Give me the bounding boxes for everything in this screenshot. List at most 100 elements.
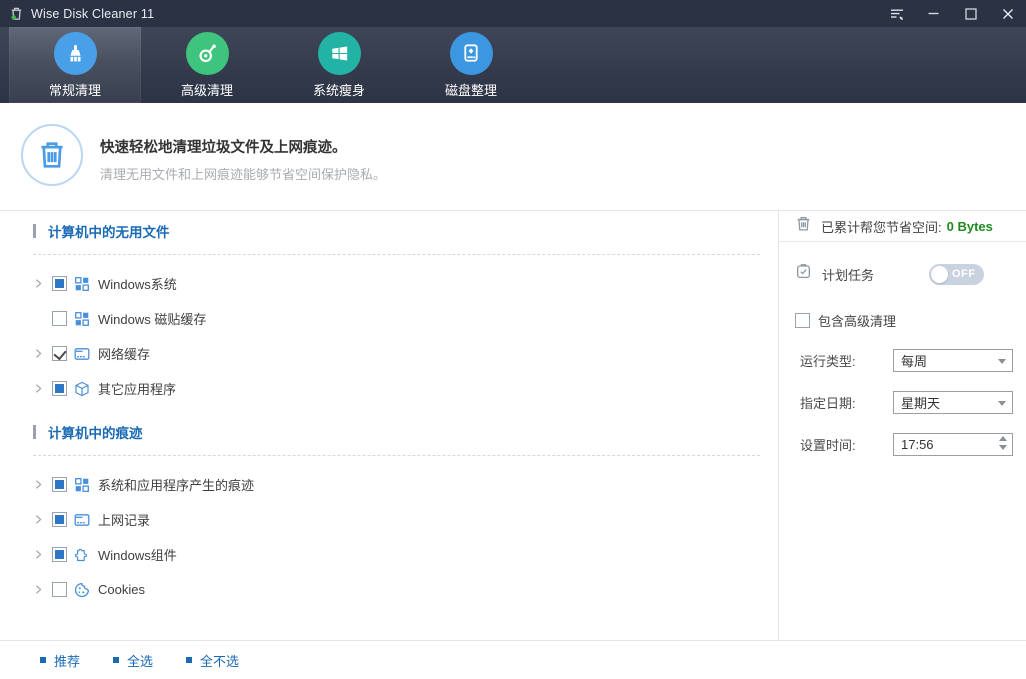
trash-icon [795, 215, 812, 237]
schedule-form: 运行类型: 每周指定日期: 星期天 设置时间: 17:56 [779, 349, 1026, 456]
chevron-right-icon[interactable] [33, 478, 46, 491]
tree-row[interactable]: 系统和应用程序产生的痕迹 [0, 467, 778, 502]
form-row-run-type: 运行类型: 每周 [779, 349, 1026, 372]
savings-row: 已累计帮您节省空间: 0 Bytes [779, 211, 1026, 242]
tree-row[interactable]: Cookies [0, 572, 778, 607]
page-title: 快速轻松地清理垃圾文件及上网痕迹。 [100, 140, 347, 156]
tiles-icon [74, 477, 90, 493]
tree-row[interactable]: Windows组件 [0, 537, 778, 572]
tab-label: 系统瘦身 [312, 82, 365, 98]
disk-icon [449, 31, 493, 75]
square-bullet-icon [186, 657, 193, 663]
window-title: Wise Disk Cleaner 11 [31, 6, 155, 21]
square-bullet-icon [113, 657, 120, 663]
run-type-dropdown[interactable]: 每周 [893, 349, 1013, 372]
time-value: 17:56 [901, 437, 934, 452]
item-checkbox[interactable] [52, 381, 67, 396]
tab-common-clean[interactable]: 常规清理 [9, 27, 141, 103]
chevron-down-icon [998, 401, 1006, 406]
chevron-down-icon [998, 359, 1006, 364]
puzzle-icon [74, 547, 90, 563]
toggle-state-label: OFF [952, 268, 976, 280]
footer-link-recommended[interactable]: 推荐 [40, 651, 80, 670]
browser-icon [74, 346, 90, 362]
selected-value: 星期天 [901, 396, 941, 411]
toggle-knob [931, 265, 948, 283]
item-label: Windows 磁贴缓存 [98, 312, 207, 327]
savings-value: 0 Bytes [946, 218, 993, 234]
run-day-dropdown[interactable]: 星期天 [893, 391, 1013, 414]
item-checkbox[interactable] [52, 512, 67, 527]
header: 快速轻松地清理垃圾文件及上网痕迹。 清理无用文件和上网痕迹能够节省空间保护隐私。… [0, 103, 1026, 279]
close-icon[interactable] [989, 0, 1026, 27]
spinner-arrows[interactable] [999, 436, 1007, 450]
form-row-run-time: 设置时间: 17:56 [779, 433, 1026, 456]
item-checkbox[interactable] [52, 276, 67, 291]
tab-label: 高级清理 [180, 82, 233, 98]
cleanup-tree: 计算机中的无用文件 Windows系统 Windows 磁贴缓存 网络缓存其它应用程序… [0, 211, 778, 640]
tab-label: 磁盘整理 [444, 82, 497, 98]
savings-label: 已累计帮您节省空间: [821, 219, 942, 235]
section-bar [33, 224, 36, 238]
nav-tabs: 常规清理 高级清理 系统瘦身 磁盘整理 [0, 27, 1026, 103]
schedule-toggle[interactable]: OFF [929, 263, 984, 285]
section-header: 计算机中的无用文件 [33, 221, 778, 241]
windows-icon [317, 31, 361, 75]
navbar: 常规清理 高级清理 系统瘦身 磁盘整理 [0, 27, 1026, 103]
footer-link-select-none[interactable]: 全不选 [186, 651, 239, 670]
menu-icon[interactable] [878, 0, 915, 27]
selected-value: 每周 [901, 354, 928, 369]
run-time-spinner[interactable]: 17:56 [893, 433, 1013, 456]
maximize-icon[interactable] [952, 0, 989, 27]
schedule-row: 计划任务 OFF [779, 260, 1026, 288]
item-label: 其它应用程序 [98, 382, 177, 397]
tab-advanced-clean[interactable]: 高级清理 [141, 27, 273, 103]
item-label: Windows组件 [98, 548, 177, 563]
vacuum-icon [185, 31, 229, 75]
include-advanced-checkbox[interactable] [795, 313, 810, 328]
clipboard-check-icon [795, 263, 812, 285]
tree-row[interactable]: Windows系统 [0, 266, 778, 301]
field-label: 运行类型: [800, 354, 856, 369]
item-checkbox[interactable] [52, 477, 67, 492]
tree-row[interactable]: Windows 磁贴缓存 [0, 301, 778, 336]
chevron-right-icon[interactable] [33, 548, 46, 561]
broom-icon [53, 31, 97, 75]
section-title: 计算机中的痕迹 [48, 426, 143, 441]
cube-icon [74, 381, 90, 397]
item-label: 网络缓存 [98, 347, 151, 362]
footer-link-select-all[interactable]: 全选 [113, 651, 153, 670]
tab-system-slim[interactable]: 系统瘦身 [273, 27, 405, 103]
chevron-right-icon[interactable] [33, 277, 46, 290]
dashed-divider [33, 455, 760, 456]
tree-row[interactable]: 其它应用程序 [0, 371, 778, 406]
minimize-icon[interactable] [915, 0, 952, 27]
item-checkbox[interactable] [52, 582, 67, 597]
tab-disk-defrag[interactable]: 磁盘整理 [405, 27, 537, 103]
tree-row[interactable]: 上网记录 [0, 502, 778, 537]
tree-row[interactable]: 网络缓存 [0, 336, 778, 371]
chevron-right-icon[interactable] [33, 347, 46, 360]
chevron-right-icon[interactable] [33, 513, 46, 526]
chevron-right-icon[interactable] [33, 583, 46, 596]
main-content: 计算机中的无用文件 Windows系统 Windows 磁贴缓存 网络缓存其它应用程序… [0, 211, 1026, 640]
item-label: 系统和应用程序产生的痕迹 [98, 478, 255, 493]
item-checkbox[interactable] [52, 346, 67, 361]
tab-label: 常规清理 [48, 82, 101, 98]
footer-link-label: 全选 [127, 653, 154, 669]
include-advanced-row: 包含高级清理 [779, 311, 1026, 330]
item-checkbox[interactable] [52, 547, 67, 562]
square-bullet-icon [40, 657, 46, 663]
tiles-icon [74, 311, 90, 327]
item-label: Windows系统 [98, 277, 177, 292]
footer-link-label: 全不选 [200, 653, 240, 669]
chevron-right-icon[interactable] [33, 382, 46, 395]
app-icon [9, 6, 24, 21]
form-row-run-day: 指定日期: 星期天 [779, 391, 1026, 414]
item-checkbox[interactable] [52, 311, 67, 326]
item-label: Cookies [98, 582, 145, 597]
titlebar: Wise Disk Cleaner 11 [0, 0, 1026, 27]
schedule-panel: 已累计帮您节省空间: 0 Bytes 计划任务 OFF 包含高级清理 运行类型:… [778, 211, 1026, 640]
section-title: 计算机中的无用文件 [48, 225, 170, 240]
window-controls [878, 0, 1026, 27]
